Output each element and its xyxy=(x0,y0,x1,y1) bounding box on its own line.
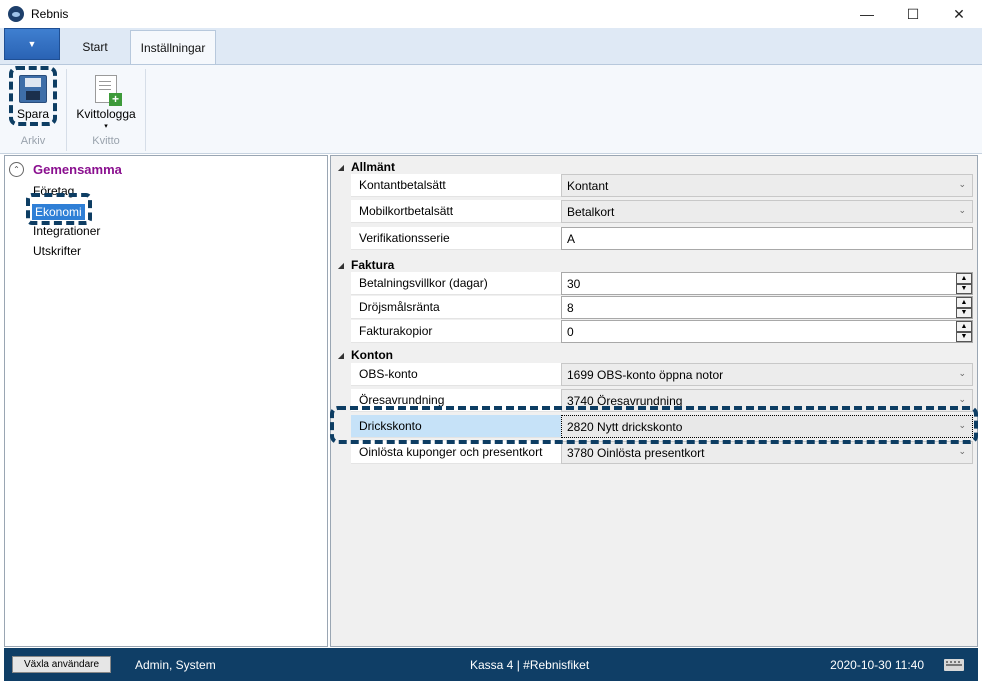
chevron-down-icon: ⌄ xyxy=(958,446,966,456)
switch-user-button[interactable]: Växla användare xyxy=(12,656,111,673)
tab-start[interactable]: Start xyxy=(64,30,126,64)
spin-down-icon[interactable]: ▼ xyxy=(956,307,972,318)
spin-buttons[interactable]: ▲ ▼ xyxy=(956,273,972,294)
property-row-verifikationsserie: Verifikationsserie A xyxy=(351,227,973,250)
highlight-ekonomi xyxy=(26,193,92,225)
kontantbetalsatt-select[interactable]: Kontant ⌄ xyxy=(561,174,973,197)
datetime: 2020-10-30 11:40 xyxy=(830,657,924,672)
spin-down-icon[interactable]: ▼ xyxy=(956,331,972,342)
category-title: Faktura xyxy=(351,258,395,272)
close-button[interactable]: ✕ xyxy=(936,0,982,28)
property-name: Mobilkortbetalsätt xyxy=(351,200,561,223)
keyboard-icon[interactable] xyxy=(944,659,964,671)
highlight-save xyxy=(9,66,57,126)
nav-group-title: Gemensamma xyxy=(33,162,122,177)
spin-buttons[interactable]: ▲ ▼ xyxy=(956,321,972,342)
collapse-icon[interactable]: ⌃ xyxy=(9,162,24,177)
ribbon-tab-row: ▼ Start Inställningar xyxy=(0,28,982,64)
window-controls: — ☐ ✕ xyxy=(844,0,982,28)
property-value: 8 xyxy=(567,300,574,315)
app-menu-button[interactable]: ▼ xyxy=(4,28,60,60)
property-name: OBS-konto xyxy=(351,363,561,386)
property-name: Oinlösta kuponger och presentkort xyxy=(351,441,561,464)
property-grid: ◢ Allmänt Kontantbetalsätt Kontant ⌄ Mob… xyxy=(330,155,978,647)
betalningsvillkor-stepper[interactable]: 30 ▲ ▼ xyxy=(561,272,973,295)
category-title: Konton xyxy=(351,348,393,362)
property-value: 30 xyxy=(567,276,581,291)
property-name: Kontantbetalsätt xyxy=(351,174,561,197)
status-bar: Växla användare Admin, System Kassa 4 | … xyxy=(4,648,978,681)
property-row-drojsmalsranta: Dröjsmålsränta 8 ▲ ▼ xyxy=(351,296,973,319)
obs-konto-select[interactable]: 1699 OBS-konto öppna notor ⌄ xyxy=(561,363,973,386)
ribbon-group-label: Kvitto xyxy=(92,135,120,147)
property-value: 0 xyxy=(567,324,574,339)
property-name: Betalningsvillkor (dagar) xyxy=(351,272,561,295)
expand-triangle-icon[interactable]: ◢ xyxy=(331,261,351,270)
property-value: 1699 OBS-konto öppna notor xyxy=(567,367,724,382)
expand-triangle-icon[interactable]: ◢ xyxy=(331,163,351,172)
spin-buttons[interactable]: ▲ ▼ xyxy=(956,297,972,318)
app-logo-icon xyxy=(8,6,24,22)
property-row-fakturakopior: Fakturakopior 0 ▲ ▼ xyxy=(351,320,973,343)
ribbon-panel: Spara Arkiv Kvittologga ▾ Kvitto xyxy=(0,64,982,154)
category-konton[interactable]: ◢ Konton xyxy=(331,346,977,364)
ribbon-group-label: Arkiv xyxy=(20,135,46,147)
chevron-down-icon: ⌄ xyxy=(958,368,966,378)
receipt-logo-label: Kvittologga xyxy=(76,107,136,121)
maximize-button[interactable]: ☐ xyxy=(890,0,936,28)
property-name: Dröjsmålsränta xyxy=(351,296,561,319)
chevron-down-icon: ⌄ xyxy=(958,394,966,404)
property-row-kontantbetalsatt: Kontantbetalsätt Kontant ⌄ xyxy=(351,174,973,197)
nav-item-utskrifter[interactable]: Utskrifter xyxy=(33,244,81,258)
property-name: Fakturakopior xyxy=(351,320,561,343)
receipt-add-icon xyxy=(95,75,122,106)
ribbon-group-kvitto: Kvittologga ▾ Kvitto xyxy=(66,69,146,151)
property-row-betalningsvillkor: Betalningsvillkor (dagar) 30 ▲ ▼ xyxy=(351,272,973,295)
dropdown-arrow-icon: ▾ xyxy=(104,123,108,130)
verifikationsserie-input[interactable]: A xyxy=(561,227,973,250)
property-row-oinlosta: Oinlösta kuponger och presentkort 3780 O… xyxy=(351,441,973,464)
nav-item-integrationer[interactable]: Integrationer xyxy=(33,224,100,238)
minimize-button[interactable]: — xyxy=(844,0,890,28)
nav-group-header[interactable]: ⌃ Gemensamma xyxy=(9,162,122,177)
property-value: 3780 Oinlösta presentkort xyxy=(567,445,705,460)
expand-triangle-icon[interactable]: ◢ xyxy=(331,351,351,360)
receipt-logo-button[interactable]: Kvittologga ▾ xyxy=(67,69,145,133)
property-value: A xyxy=(567,231,576,246)
property-row-mobilkortbetalsatt: Mobilkortbetalsätt Betalkort ⌄ xyxy=(351,200,973,223)
window-title: Rebnis xyxy=(31,7,69,21)
category-title: Allmänt xyxy=(351,160,396,174)
chevron-down-icon: ⌄ xyxy=(958,205,966,215)
spin-down-icon[interactable]: ▼ xyxy=(956,283,972,294)
title-bar: Rebnis — ☐ ✕ xyxy=(0,0,982,28)
drojsmalsranta-stepper[interactable]: 8 ▲ ▼ xyxy=(561,296,973,319)
chevron-down-icon: ⌄ xyxy=(958,179,966,189)
tab-installningar[interactable]: Inställningar xyxy=(130,30,216,64)
property-name: Verifikationsserie xyxy=(351,227,561,250)
highlight-drickskonto xyxy=(330,406,978,444)
property-value: Kontant xyxy=(567,178,609,193)
property-row-obs-konto: OBS-konto 1699 OBS-konto öppna notor ⌄ xyxy=(351,363,973,386)
spin-up-icon[interactable]: ▲ xyxy=(956,297,972,308)
fakturakopior-stepper[interactable]: 0 ▲ ▼ xyxy=(561,320,973,343)
property-value: Betalkort xyxy=(567,204,615,219)
current-user: Admin, System xyxy=(135,657,216,672)
spin-up-icon[interactable]: ▲ xyxy=(956,273,972,284)
settings-nav-panel: ⌃ Gemensamma Företag Ekonomi Integration… xyxy=(4,155,328,647)
oinlosta-select[interactable]: 3780 Oinlösta presentkort ⌄ xyxy=(561,441,973,464)
mobilkortbetalsatt-select[interactable]: Betalkort ⌄ xyxy=(561,200,973,223)
chevron-down-icon: ▼ xyxy=(27,39,37,49)
spin-up-icon[interactable]: ▲ xyxy=(956,321,972,332)
register-info: Kassa 4 | #Rebnisfiket xyxy=(470,657,590,672)
